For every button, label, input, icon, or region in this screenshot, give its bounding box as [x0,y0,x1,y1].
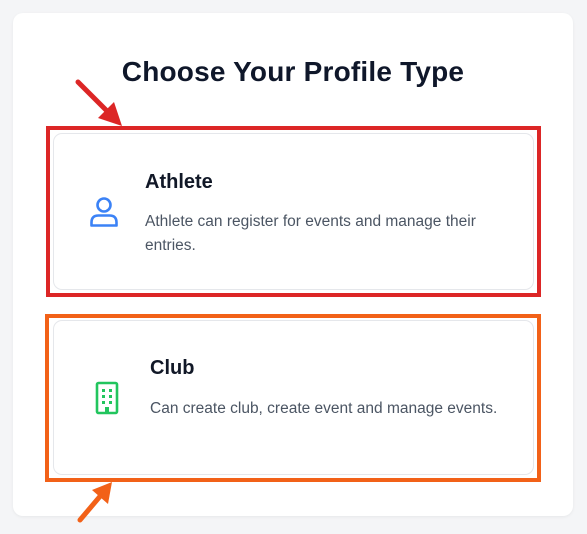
club-option-title: Club [150,357,195,379]
club-option-description: Can create club, create event and manage… [150,400,498,417]
athlete-option-title: Athlete [145,171,213,193]
user-icon [90,197,118,227]
athlete-option-description: Athlete can register for events and mana… [145,213,476,254]
athlete-option[interactable]: Athlete Athlete can register for events … [53,133,534,290]
page-title: Choose Your Profile Type [121,56,465,87]
building-icon [95,381,119,415]
club-option[interactable]: Club Can create club, create event and m… [53,320,534,475]
